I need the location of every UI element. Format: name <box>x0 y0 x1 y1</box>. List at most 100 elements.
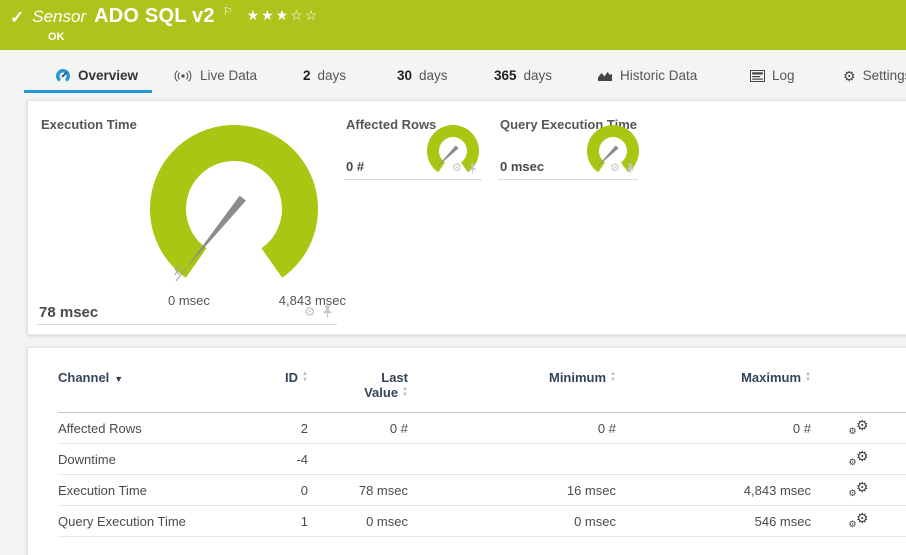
tab-label: Settings <box>862 68 906 83</box>
flag-icon[interactable]: ⚐ <box>223 5 233 18</box>
channel-name[interactable]: Query Execution Time <box>58 506 233 537</box>
priority-stars[interactable]: ★★★☆☆ <box>247 7 320 24</box>
channel-minimum <box>408 444 616 475</box>
channel-id: 0 <box>300 482 308 498</box>
log-list-icon <box>750 69 765 82</box>
widget-divider <box>37 324 337 325</box>
table-row: Affected Rows 2 0 # 0 # 0 # ⚙ ⚙ <box>58 413 906 444</box>
widget-actions: ⚙ <box>304 305 333 318</box>
column-header-id[interactable]: ID ▲ ▼ <box>233 366 308 413</box>
channel-settings-icon[interactable]: ⚙ ⚙ <box>849 479 869 498</box>
execution-time-gauge <box>146 121 322 283</box>
channel-name[interactable]: Execution Time <box>58 475 233 506</box>
channel-name[interactable]: Downtime <box>58 444 233 475</box>
channel-table: Channel ▼ ID ▲ ▼ Last Value ▲ ▼ Minimum ▲ ▼ Max… <box>58 366 906 537</box>
channel-minimum: 16 msec <box>566 482 616 498</box>
gear-icon[interactable]: ⚙ <box>452 163 462 174</box>
ok-check-icon: ✓ <box>10 8 25 27</box>
tab-label: days <box>419 68 448 83</box>
object-kind-label: Sensor <box>32 7 87 26</box>
pin-icon[interactable] <box>626 163 635 174</box>
channel-last-value: 78 msec <box>358 482 408 498</box>
column-header-last-value[interactable]: Last Value ▲ ▼ <box>308 366 408 413</box>
tab-label: Historic Data <box>620 68 698 83</box>
column-header-maximum[interactable]: Maximum ▲ ▼ <box>616 366 811 413</box>
channel-maximum: 4,843 msec <box>743 482 811 498</box>
channel-settings-icon[interactable]: ⚙ ⚙ <box>849 510 869 529</box>
tab-number: 2 <box>303 68 311 83</box>
pin-icon[interactable] <box>468 163 477 174</box>
column-label: Channel <box>58 370 110 385</box>
channel-maximum: 0 # <box>792 420 811 436</box>
tab-log[interactable]: Log <box>750 60 795 91</box>
gauge-icon <box>55 68 71 83</box>
widget-actions: ⚙ <box>452 163 477 174</box>
sort-icon: ▲ ▼ <box>402 386 408 398</box>
tab-label: Overview <box>78 68 139 83</box>
sensor-title: ADO SQL v2 <box>94 5 215 27</box>
channels-panel: Channel ▼ ID ▲ ▼ Last Value ▲ ▼ Minimum ▲ ▼ Max… <box>27 347 906 555</box>
channel-id: -4 <box>296 451 308 467</box>
tab-2-days[interactable]: 2 days <box>303 60 346 91</box>
tab-label: Log <box>772 68 795 83</box>
channel-minimum: 0 # <box>597 420 616 436</box>
gauge-title-affected-rows: Affected Rows <box>346 117 437 132</box>
column-header-minimum[interactable]: Minimum ▲ ▼ <box>408 366 616 413</box>
channel-settings-icon[interactable]: ⚙ ⚙ <box>849 417 869 436</box>
column-label: Maximum <box>741 370 802 385</box>
area-chart-icon <box>597 69 613 82</box>
status-badge: OK <box>48 31 65 43</box>
sort-icon: ▲ ▼ <box>805 371 811 383</box>
tab-overview[interactable]: Overview <box>55 60 138 91</box>
channel-maximum: 546 msec <box>754 513 811 529</box>
channel-last-value: 0 msec <box>366 513 408 529</box>
tab-settings[interactable]: ⚙ Settings <box>843 60 906 91</box>
channel-last-value: 0 # <box>389 420 408 436</box>
gear-icon[interactable]: ⚙ <box>610 163 620 174</box>
pin-icon[interactable] <box>322 305 333 318</box>
gear-icon[interactable]: ⚙ <box>304 305 316 318</box>
channel-settings-icon[interactable]: ⚙ ⚙ <box>849 448 869 467</box>
tab-label: Live Data <box>200 68 258 83</box>
tab-number: 365 <box>494 68 517 83</box>
column-label: Minimum <box>548 370 607 385</box>
channel-name[interactable]: Affected Rows <box>58 413 233 444</box>
column-label: Last <box>381 370 408 385</box>
column-header-settings <box>811 366 906 413</box>
tab-live-data[interactable]: Live Data <box>173 60 257 91</box>
gear-icon: ⚙ <box>843 67 856 84</box>
sorted-desc-icon: ▼ <box>114 374 124 384</box>
broadcast-icon <box>173 69 193 83</box>
tab-label: days <box>317 68 347 83</box>
query-execution-time-value: 0 msec <box>500 159 545 174</box>
column-label: ID <box>285 370 299 385</box>
table-row: Execution Time 0 78 msec 16 msec 4,843 m… <box>58 475 906 506</box>
channel-minimum: 0 msec <box>574 513 616 529</box>
gauges-panel: Execution Time x̄ 0 msec 4,843 msec 78 m… <box>27 100 906 335</box>
column-header-channel[interactable]: Channel ▼ <box>58 366 233 413</box>
execution-time-value: 78 msec <box>39 304 99 321</box>
tab-number: 30 <box>397 68 413 83</box>
channel-maximum <box>616 444 811 475</box>
widget-divider <box>498 179 638 180</box>
tab-30-days[interactable]: 30 days <box>397 60 448 91</box>
active-tab-underline <box>24 90 152 93</box>
widget-divider <box>344 179 482 180</box>
affected-rows-value: 0 # <box>346 159 365 174</box>
channel-last-value <box>308 444 408 475</box>
widget-actions: ⚙ <box>610 163 635 174</box>
gauge-min-label: 0 msec <box>168 293 210 308</box>
sort-icon: ▲ ▼ <box>610 371 616 383</box>
gauge-title-execution-time: Execution Time <box>41 117 137 132</box>
table-row: Query Execution Time 1 0 msec 0 msec 546… <box>58 506 906 537</box>
tab-historic-data[interactable]: Historic Data <box>597 60 697 91</box>
average-marker: x̄ <box>174 264 180 278</box>
sort-icon: ▲ ▼ <box>302 371 308 383</box>
tab-bar: Overview Live Data 2 days 30 days 365 da… <box>0 60 906 94</box>
table-row: Downtime -4 ⚙ ⚙ <box>58 444 906 475</box>
tab-label: days <box>523 68 553 83</box>
tab-365-days[interactable]: 365 days <box>494 60 552 91</box>
column-label: Value <box>364 385 399 400</box>
channel-id: 2 <box>300 420 308 436</box>
table-header-row: Channel ▼ ID ▲ ▼ Last Value ▲ ▼ Minimum ▲ ▼ Max… <box>58 366 906 413</box>
